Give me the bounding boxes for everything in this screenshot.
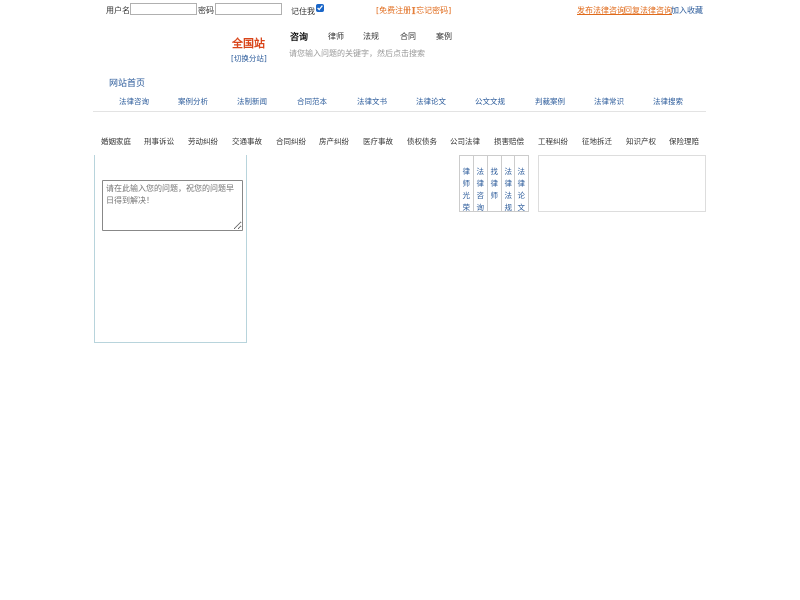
home-link[interactable]: 网站首页 — [109, 76, 145, 89]
vtab-label: 法律法规 — [504, 167, 513, 212]
main-nav: 法律咨询 案例分析 法制新闻 合同范本 法律文书 法律论文 公文文规 判裁案例 … — [93, 95, 706, 112]
username-label: 用户名 — [106, 6, 130, 15]
category-marriage[interactable]: 婚姻家庭 — [101, 136, 131, 147]
switch-station-link[interactable]: [切换分站] — [231, 53, 267, 64]
publish-consult-link[interactable]: 发布法律咨询 — [577, 5, 625, 16]
nav-item-legal-search[interactable]: 法律搜索 — [653, 96, 683, 107]
answer-consult-link[interactable]: 回复法律咨询 — [624, 5, 672, 16]
vtab-legal-consult[interactable]: 法律咨询 — [473, 155, 488, 212]
vtab-label: 法律咨询 — [476, 167, 485, 212]
nav-item-judgments[interactable]: 判裁案例 — [535, 96, 565, 107]
category-ip[interactable]: 知识产权 — [626, 136, 656, 147]
username-input[interactable] — [130, 3, 197, 15]
category-traffic[interactable]: 交通事故 — [232, 136, 262, 147]
search-tab-contract[interactable]: 合同 — [400, 31, 416, 42]
password-input[interactable] — [215, 3, 282, 15]
category-debt[interactable]: 债权债务 — [407, 136, 437, 147]
content-box — [538, 155, 706, 212]
search-hint[interactable]: 请您输入问题的关键字，然后点击搜索 — [289, 48, 425, 59]
add-favorite-link[interactable]: 加入收藏 — [671, 5, 703, 16]
search-tab-consult[interactable]: 咨询 — [290, 30, 308, 43]
forgot-password-link[interactable]: [忘记密码] — [413, 5, 451, 16]
category-contract[interactable]: 合同纠纷 — [276, 136, 306, 147]
nav-item-case-analysis[interactable]: 案例分析 — [178, 96, 208, 107]
category-demolition[interactable]: 征地拆迁 — [582, 136, 612, 147]
category-medical[interactable]: 医疗事故 — [363, 136, 393, 147]
password-label: 密码 — [198, 6, 214, 15]
vtab-label: 找律师 — [490, 167, 499, 200]
vtab-label: 律师光荣榜 — [462, 167, 471, 212]
category-criminal[interactable]: 刑事诉讼 — [144, 136, 174, 147]
nav-item-legal-papers[interactable]: 法律论文 — [416, 96, 446, 107]
remember-label: 记住我 — [291, 7, 315, 16]
station-title: 全国站 — [232, 37, 265, 50]
vtab-legal-papers[interactable]: 法律论文 — [514, 155, 529, 212]
category-company[interactable]: 公司法律 — [450, 136, 480, 147]
remember-checkbox[interactable] — [316, 4, 324, 12]
nav-item-legal-knowledge[interactable]: 法律常识 — [594, 96, 624, 107]
vtab-label: 法律论文 — [517, 167, 526, 212]
category-engineering[interactable]: 工程纠纷 — [538, 136, 568, 147]
category-property[interactable]: 房产纠纷 — [319, 136, 349, 147]
search-tab-case[interactable]: 案例 — [436, 31, 452, 42]
nav-item-contract-templates[interactable]: 合同范本 — [297, 96, 327, 107]
search-tab-lawyer[interactable]: 律师 — [328, 31, 344, 42]
category-insurance[interactable]: 保险理赔 — [669, 136, 699, 147]
nav-item-legal-documents[interactable]: 法律文书 — [357, 96, 387, 107]
register-link[interactable]: [免费注册] — [376, 5, 414, 16]
question-input[interactable] — [102, 180, 243, 231]
nav-item-consult[interactable]: 法律咨询 — [119, 96, 149, 107]
category-damages[interactable]: 损害赔偿 — [494, 136, 524, 147]
nav-item-official-docs[interactable]: 公文文规 — [475, 96, 505, 107]
nav-item-news[interactable]: 法制新闻 — [237, 96, 267, 107]
search-tab-regulation[interactable]: 法规 — [363, 31, 379, 42]
vtab-find-lawyer[interactable]: 找律师 — [487, 155, 502, 212]
category-labor[interactable]: 劳动纠纷 — [188, 136, 218, 147]
vtab-lawyer-honor[interactable]: 律师光荣榜 — [459, 155, 474, 212]
